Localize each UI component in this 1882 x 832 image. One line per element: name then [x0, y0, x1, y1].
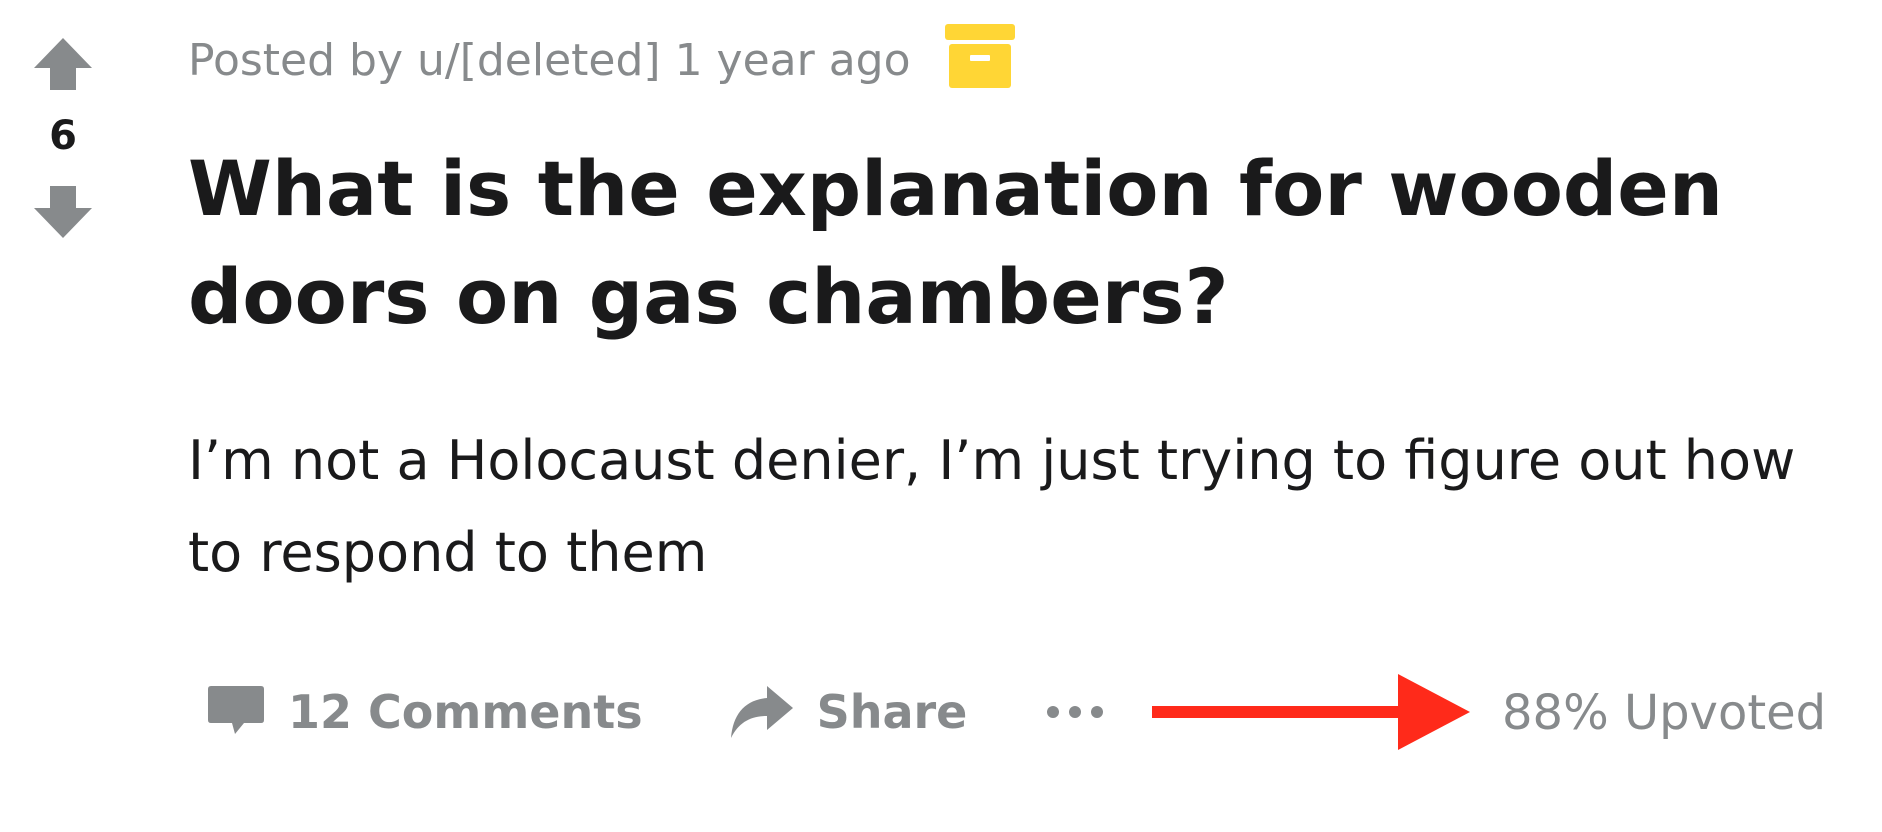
more-options-button[interactable]	[1045, 702, 1105, 722]
post-body: I’m not a Holocaust denier, I’m just try…	[188, 429, 1796, 584]
comments-label: 12 Comments	[288, 685, 643, 739]
share-button[interactable]: Share	[729, 682, 968, 742]
upvote-arrow-icon[interactable]	[32, 36, 94, 92]
comment-bubble-icon	[206, 682, 266, 742]
ellipsis-icon	[1045, 702, 1105, 722]
vote-count: 6	[49, 113, 77, 159]
post-action-bar: 12 Comments Share	[206, 672, 1105, 752]
archive-box-icon	[944, 20, 1015, 101]
vote-column: 6	[22, 36, 104, 240]
share-label: Share	[816, 685, 968, 739]
share-arrow-icon	[729, 682, 795, 742]
downvote-arrow-icon[interactable]	[32, 184, 94, 240]
upvoted-percentage: 88% Upvoted	[1502, 685, 1827, 741]
posted-by-text: Posted by u/[deleted] 1 year ago	[188, 34, 911, 86]
post-meta: Posted by u/[deleted] 1 year ago	[188, 23, 1015, 90]
comments-button[interactable]: 12 Comments	[206, 682, 643, 742]
annotation-arrow-icon	[1152, 672, 1472, 756]
post-title[interactable]: What is the explanation for wooden doors…	[188, 135, 1748, 351]
